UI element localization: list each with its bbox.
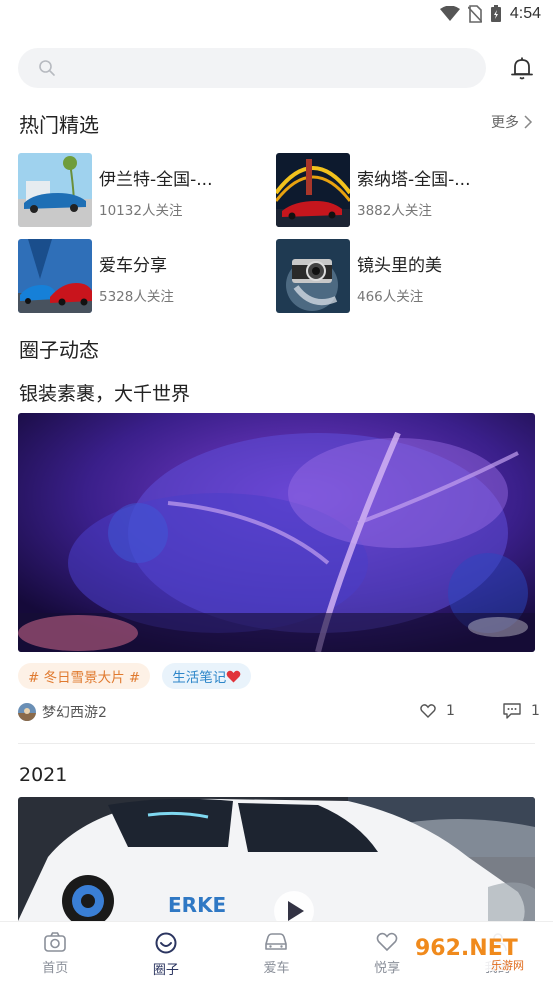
hot-item-followers: 466人关注	[357, 289, 424, 305]
heart-icon	[226, 670, 241, 682]
more-link[interactable]: 更多	[491, 112, 533, 132]
wifi-icon	[439, 6, 460, 21]
hot-item-followers: 5328人关注	[99, 289, 174, 305]
hot-item-title: 爱车分享	[99, 256, 167, 276]
watermark-sub: 乐游网	[491, 959, 524, 972]
post-title[interactable]: 银装素裹，大千世界	[19, 379, 190, 406]
nav-item-home[interactable]: 首页	[0, 922, 111, 983]
nav-label-enjoy: 悦享	[374, 961, 401, 976]
like-count: 1	[446, 703, 455, 719]
heart-outline-icon	[376, 932, 398, 952]
hot-item-sonata[interactable]: 索纳塔-全国-... 3882人关注	[276, 153, 526, 229]
search-input[interactable]	[66, 60, 446, 76]
hot-item-elantra[interactable]: 伊兰特-全国-... 10132人关注	[18, 153, 268, 229]
hot-item-title: 索纳塔-全国-...	[357, 170, 471, 190]
car-decal-text: ERKE	[168, 893, 226, 917]
nav-label-circle: 圈子	[152, 963, 179, 978]
hot-item-car-share[interactable]: 爱车分享 5328人关注	[18, 239, 268, 315]
author-name: 梦幻西游2	[42, 705, 107, 721]
nav-label-home: 首页	[42, 961, 69, 976]
search-row	[18, 48, 535, 88]
post-title[interactable]: 2021	[19, 764, 67, 786]
search-bar[interactable]	[18, 48, 486, 88]
hot-thumb-lens-beauty	[276, 239, 350, 313]
post-image[interactable]	[18, 413, 535, 652]
tag-life-notes[interactable]: 生活笔记	[162, 663, 252, 689]
hot-item-title: 镜头里的美	[357, 256, 442, 276]
heart-outline-icon	[420, 704, 436, 718]
nav-item-my-car[interactable]: 爱车	[221, 922, 332, 983]
hot-thumb-car-share	[18, 239, 92, 313]
feed-section-title: 圈子动态	[19, 338, 99, 362]
status-icons: 4:54	[439, 5, 541, 23]
hot-item-title: 伊兰特-全国-...	[99, 170, 213, 190]
more-label: 更多	[491, 115, 519, 131]
post-tags: # 冬日雪景大片 # 生活笔记	[18, 663, 252, 689]
tag-winter-snow[interactable]: # 冬日雪景大片 #	[18, 663, 151, 689]
watermark-text: 962.NET	[415, 936, 518, 961]
status-time: 4:54	[509, 5, 541, 22]
post-author[interactable]: 梦幻西游2	[18, 702, 107, 722]
tag-life-notes-label: 生活笔记	[172, 670, 227, 686]
camera-icon	[44, 932, 67, 952]
comment-icon	[503, 703, 521, 719]
watermark-logo: 962.NET 乐游网	[409, 931, 545, 972]
hot-thumb-elantra	[18, 153, 92, 227]
avatar	[18, 703, 36, 721]
car-icon	[265, 933, 288, 950]
post-image[interactable]: ERKE	[18, 797, 535, 921]
bell-icon[interactable]	[509, 55, 535, 81]
smile-circle-icon	[155, 932, 177, 954]
divider	[18, 743, 535, 744]
search-icon	[39, 60, 55, 76]
hot-thumb-sonata	[276, 153, 350, 227]
status-bar: 4:54	[0, 0, 553, 34]
no-sim-icon	[467, 5, 482, 23]
like-button[interactable]: 1	[420, 703, 455, 719]
comment-button[interactable]: 1	[503, 703, 540, 719]
battery-icon	[490, 5, 501, 22]
comment-count: 1	[531, 703, 540, 719]
hot-item-followers: 10132人关注	[99, 203, 183, 219]
nav-item-circle[interactable]: 圈子	[111, 922, 222, 983]
hot-item-followers: 3882人关注	[357, 203, 432, 219]
hot-section-title: 热门精选	[19, 113, 99, 137]
chevron-right-icon	[524, 115, 533, 129]
hot-item-lens-beauty[interactable]: 镜头里的美 466人关注	[276, 239, 526, 315]
nav-label-my-car: 爱车	[263, 961, 290, 976]
